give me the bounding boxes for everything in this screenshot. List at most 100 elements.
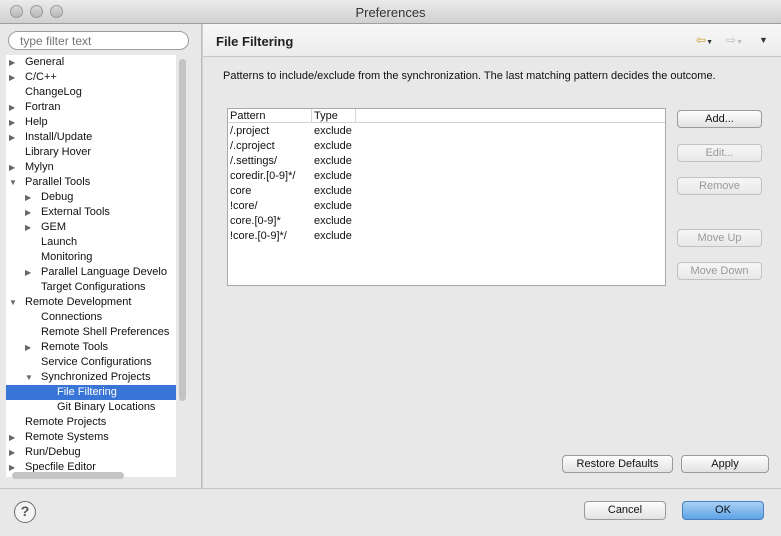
tree-item[interactable]: Launch (6, 235, 176, 250)
collapsed-arrow-icon[interactable]: ▶ (9, 160, 15, 175)
tree-item[interactable]: ▼ Remote Development (6, 295, 176, 310)
tree-item-label: Fortran (25, 101, 61, 113)
tree-item[interactable]: Service Configurations (6, 355, 176, 370)
table-row[interactable]: coredir.[0-9]*/ exclude (228, 169, 665, 184)
tree-item[interactable]: ▶ Remote Systems (6, 430, 176, 445)
type-cell: exclude (314, 125, 352, 137)
table-row[interactable]: /.project exclude (228, 124, 665, 139)
collapsed-arrow-icon[interactable]: ▶ (25, 220, 31, 235)
collapsed-arrow-icon[interactable]: ▶ (9, 100, 15, 115)
collapsed-arrow-icon[interactable]: ▶ (9, 130, 15, 145)
tree-item[interactable]: ▼ Synchronized Projects (6, 370, 176, 385)
tree-item[interactable]: Git Binary Locations (6, 400, 176, 415)
tree-item-label: Remote Systems (25, 431, 109, 443)
tree-item-label: Monitoring (41, 251, 93, 263)
table-row[interactable]: !core/exclude (228, 199, 665, 214)
patterns-table[interactable]: Pattern Type /.project exclude /.cproject e… (227, 108, 666, 286)
tree-item-label: Help (25, 116, 48, 128)
tree-horizontal-scrollbar[interactable] (6, 471, 176, 480)
help-icon[interactable]: ? (14, 501, 36, 523)
table-row[interactable]: core exclude (228, 184, 665, 199)
tree-item[interactable]: Remote Projects (6, 415, 176, 430)
pattern-cell: core.[0-9]* (230, 215, 281, 227)
table-row[interactable]: /.cproject exclude (228, 139, 665, 154)
tree-item-label: ChangeLog (25, 86, 82, 98)
restore-defaults-button[interactable]: Restore Defaults (562, 455, 673, 473)
tree-item[interactable]: ▶ Remote Tools (6, 340, 176, 355)
type-cell: exclude (314, 200, 352, 212)
add-button[interactable]: Add... (677, 110, 762, 128)
expanded-arrow-icon[interactable]: ▼ (9, 175, 17, 190)
tree-item-label: GEM (41, 221, 67, 233)
tree-item-label: Service Configurations (41, 356, 152, 368)
collapsed-arrow-icon[interactable]: ▶ (25, 340, 31, 355)
collapsed-arrow-icon[interactable]: ▶ (9, 430, 15, 445)
cancel-button[interactable]: Cancel (584, 501, 666, 520)
expanded-arrow-icon[interactable]: ▼ (25, 370, 33, 385)
move-down-button[interactable]: Move Down (677, 262, 762, 280)
view-menu-icon[interactable]: ▼ (759, 35, 768, 45)
table-row[interactable]: core.[0-9]* exclude (228, 214, 665, 229)
vertical-scroll-thumb[interactable] (179, 59, 186, 401)
column-header-pattern[interactable]: Pattern (228, 109, 312, 123)
ok-button[interactable]: OK (682, 501, 764, 520)
tree-item[interactable]: ▶ Mylyn (6, 160, 176, 175)
tree-item-label: Remote Projects (25, 416, 107, 428)
tree-item-label: Run/Debug (25, 446, 81, 458)
tree-item-label: General (25, 56, 65, 68)
tree-item-label: C/C++ (25, 71, 57, 83)
column-header-type[interactable]: Type (312, 109, 356, 123)
collapsed-arrow-icon[interactable]: ▶ (9, 445, 15, 460)
page-description: Patterns to include/exclude from the syn… (223, 70, 716, 82)
tree-item[interactable]: ▶ Parallel Language Develo (6, 265, 176, 280)
collapsed-arrow-icon[interactable]: ▶ (25, 205, 31, 220)
collapsed-arrow-icon[interactable]: ▶ (25, 265, 31, 280)
tree-item-label: Target Configurations (41, 281, 146, 293)
tree-item-label: Install/Update (25, 131, 93, 143)
table-row[interactable]: !core.[0-9]*/ exclude (228, 229, 665, 244)
tree-item[interactable]: ▶ Debug (6, 190, 176, 205)
pattern-cell: /.project (230, 125, 270, 137)
tree-item[interactable]: ▶ C/C++ (6, 70, 176, 85)
move-up-button[interactable]: Move Up (677, 229, 762, 247)
tree-item[interactable]: Connections (6, 310, 176, 325)
forward-arrow-icon[interactable]: ⇨▼ (726, 33, 743, 47)
tree-item[interactable]: File Filtering (6, 385, 176, 400)
edit-button[interactable]: Edit... (677, 144, 762, 162)
tree-item[interactable]: Remote Shell Preferences (6, 325, 176, 340)
collapsed-arrow-icon[interactable]: ▶ (9, 70, 15, 85)
type-cell: exclude (314, 185, 352, 197)
collapsed-arrow-icon[interactable]: ▶ (9, 115, 15, 130)
tree-item[interactable]: ▶ GEM (6, 220, 176, 235)
tree-item-label: Mylyn (25, 161, 54, 173)
remove-button[interactable]: Remove (677, 177, 762, 195)
tree-item[interactable]: ▼ Parallel Tools (6, 175, 176, 190)
tree-item[interactable]: ▶ Run/Debug (6, 445, 176, 460)
dialog-footer: ? Cancel OK (0, 488, 781, 536)
pattern-cell: core (230, 185, 252, 197)
expanded-arrow-icon[interactable]: ▼ (9, 295, 17, 310)
table-row[interactable]: /.settings/exclude (228, 154, 665, 169)
tree-item-label: External Tools (41, 206, 110, 218)
tree-item[interactable]: Monitoring (6, 250, 176, 265)
tree-item[interactable]: ▶ Help (6, 115, 176, 130)
back-arrow-icon[interactable]: ⇦▼ (696, 33, 713, 47)
collapsed-arrow-icon[interactable]: ▶ (25, 190, 31, 205)
collapsed-arrow-icon[interactable]: ▶ (9, 55, 15, 70)
tree-item[interactable]: Target Configurations (6, 280, 176, 295)
tree-item[interactable]: ▶ Install/Update (6, 130, 176, 145)
window-title: Preferences (355, 5, 426, 20)
apply-button[interactable]: Apply (681, 455, 769, 473)
tree-item-label: Launch (41, 236, 78, 248)
tree-item[interactable]: Library Hover (6, 145, 176, 160)
tree-item[interactable]: ▶ External Tools (6, 205, 176, 220)
tree-vertical-scrollbar[interactable] (178, 55, 187, 477)
horizontal-scroll-thumb[interactable] (12, 472, 124, 479)
pattern-cell: !core/ (230, 200, 258, 212)
tree-item[interactable]: ▶ General (6, 55, 176, 70)
tree-item[interactable]: ▶ Fortran (6, 100, 176, 115)
filter-input[interactable] (8, 31, 189, 50)
pattern-cell: !core.[0-9]*/ (230, 230, 287, 242)
tree-item-label: Parallel Tools (25, 176, 91, 188)
tree-item[interactable]: ChangeLog (6, 85, 176, 100)
